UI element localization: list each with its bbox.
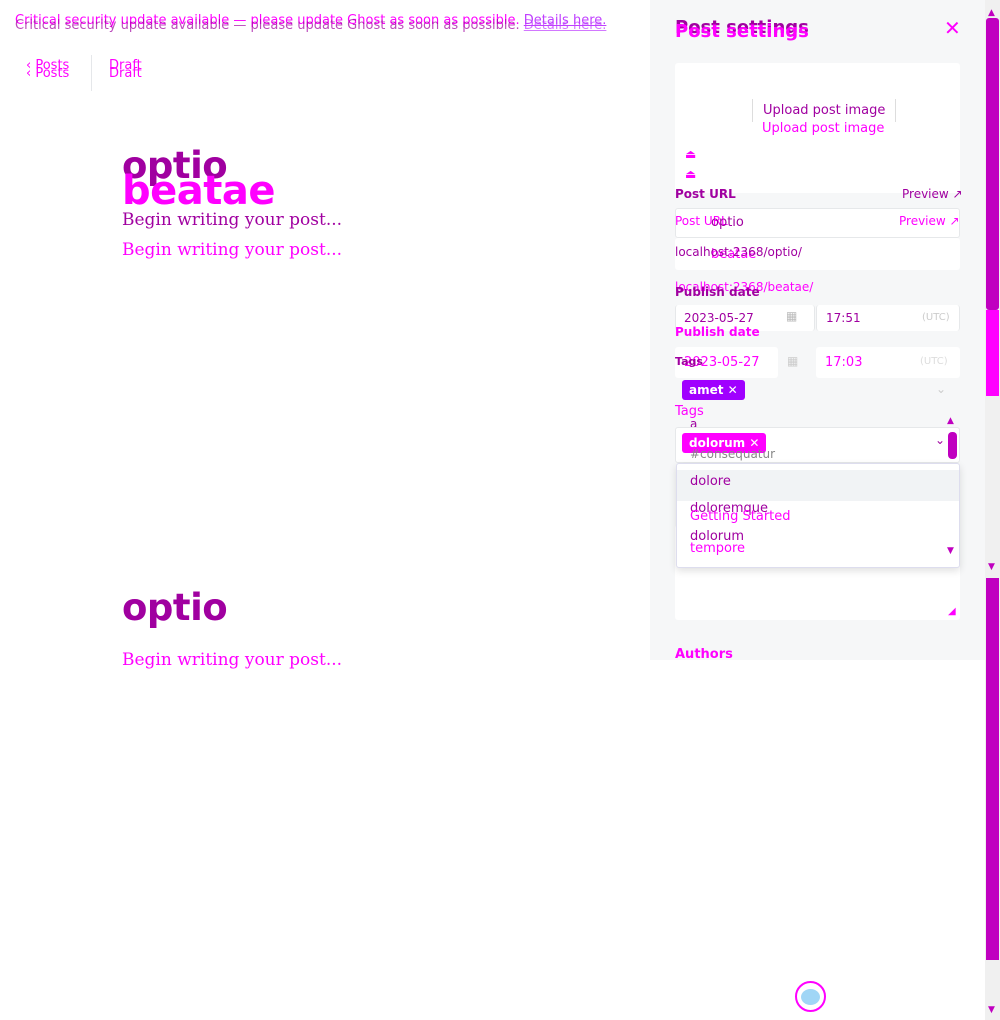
post-body-placeholder[interactable]: Begin writing your post... xyxy=(122,210,342,230)
post-url-label: Post URL xyxy=(675,187,736,201)
publish-date-label: Publish date xyxy=(675,325,760,339)
scrollbar-thumb[interactable] xyxy=(986,310,999,396)
chevron-left-icon: ‹ xyxy=(26,66,32,81)
close-icon[interactable]: ✕ xyxy=(944,16,961,40)
nav-divider xyxy=(91,55,92,91)
calendar-icon[interactable]: ▦ xyxy=(786,309,797,323)
panel-title: Post settings xyxy=(675,21,809,42)
time-value: 17:03 xyxy=(825,355,863,370)
preview-label: Preview xyxy=(899,214,946,228)
remove-tag-icon[interactable]: ✕ xyxy=(728,383,738,397)
date-value: 2023-05-27 xyxy=(684,311,754,325)
tags-label: Tags xyxy=(675,355,703,368)
tag-option[interactable]: #consequatur xyxy=(690,447,775,461)
post-body-placeholder[interactable]: Begin writing your post... xyxy=(122,650,342,670)
upload-image-button[interactable]: Upload post image xyxy=(752,99,897,122)
back-label: Posts xyxy=(35,66,70,81)
post-url-text: localhost:2368/optio/ xyxy=(675,245,802,259)
resize-handle-icon[interactable]: ◢ xyxy=(948,606,956,617)
dropdown-scrollbar-thumb[interactable] xyxy=(948,432,957,459)
help-icon xyxy=(801,989,820,1005)
scroll-up-arrow-icon[interactable]: ▲ xyxy=(947,416,954,426)
preview-link[interactable]: Preview ↗ xyxy=(902,187,963,201)
scroll-down-arrow-icon[interactable]: ▼ xyxy=(988,562,995,572)
chevron-down-icon[interactable]: ⌄ xyxy=(936,382,946,396)
tag-option[interactable]: dolore xyxy=(690,474,731,489)
time-value: 17:51 xyxy=(826,311,861,325)
external-link-icon: ↗ xyxy=(952,187,963,201)
scrollbar-thumb[interactable] xyxy=(986,578,999,960)
tag-option[interactable]: Getting Started xyxy=(690,509,791,524)
upload-icon: ⏏ xyxy=(685,147,697,161)
preview-label: Preview xyxy=(902,187,949,201)
tag-chip[interactable]: amet ✕ xyxy=(682,380,745,400)
post-body-placeholder[interactable]: Begin writing your post... xyxy=(122,240,342,260)
tag-chip-label: amet xyxy=(689,383,724,397)
post-title[interactable]: optio xyxy=(122,586,228,629)
post-title[interactable]: beatae xyxy=(122,168,276,214)
chevron-down-icon[interactable]: ⌄ xyxy=(935,433,945,447)
calendar-icon[interactable]: ▦ xyxy=(787,354,798,368)
scrollbar-thumb[interactable] xyxy=(986,18,999,310)
back-to-posts-link[interactable]: ‹ Posts xyxy=(26,66,69,81)
scroll-up-arrow-icon[interactable]: ▲ xyxy=(988,8,995,18)
post-status: Draft xyxy=(109,66,142,81)
timezone-label: (UTC) xyxy=(920,356,948,367)
upload-image-button[interactable]: Upload post image xyxy=(752,121,894,136)
preview-link[interactable]: Preview ↗ xyxy=(899,214,960,228)
publish-date-label: Publish date xyxy=(675,285,760,299)
external-link-icon: ↗ xyxy=(949,214,960,228)
banner-text: Critical security update available — ple… xyxy=(15,18,520,33)
update-banner-ghost: Critical security update available — ple… xyxy=(15,18,606,33)
tag-option[interactable]: tempore xyxy=(690,541,745,556)
authors-label: Authors xyxy=(675,647,733,662)
timezone-label: (UTC) xyxy=(922,312,950,323)
scroll-down-arrow-icon[interactable]: ▼ xyxy=(947,546,954,556)
scroll-down-arrow-icon[interactable]: ▼ xyxy=(988,1005,995,1015)
upload-icon: ⏏ xyxy=(685,167,697,181)
slug-value: optio xyxy=(711,215,744,230)
banner-details-link[interactable]: Details here. xyxy=(524,18,607,33)
